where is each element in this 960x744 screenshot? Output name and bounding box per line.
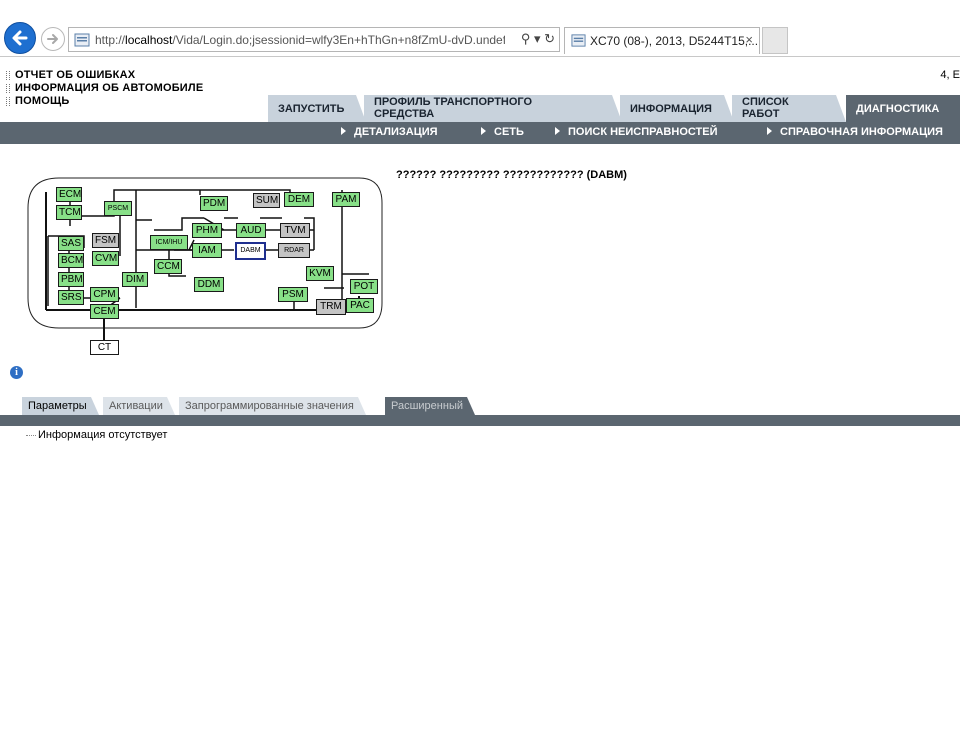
module-iam[interactable]: IAM bbox=[192, 243, 222, 258]
tab-parameters[interactable]: Параметры bbox=[22, 397, 99, 415]
browser-tab[interactable]: XC70 (08-), 2013, D5244T15,... × bbox=[564, 27, 760, 54]
subnav-network[interactable]: СЕТЬ bbox=[481, 126, 524, 138]
module-tvm[interactable]: TVM bbox=[280, 223, 310, 238]
triangle-right-icon bbox=[481, 127, 486, 136]
module-ddm[interactable]: DDM bbox=[194, 277, 224, 292]
triangle-right-icon bbox=[767, 127, 772, 136]
arrow-right-icon bbox=[47, 34, 58, 44]
network-diagram: ECM TCM PSCM PDM SUM DEM PAM SAS FSM ICM… bbox=[24, 168, 384, 360]
page-icon bbox=[74, 33, 90, 47]
arrow-left-icon bbox=[12, 30, 28, 46]
module-sas[interactable]: SAS bbox=[58, 236, 84, 251]
module-srs[interactable]: SRS bbox=[58, 290, 84, 305]
module-psm[interactable]: PSM bbox=[278, 287, 308, 302]
module-ccm[interactable]: CCM bbox=[154, 259, 182, 274]
subnav-details[interactable]: ДЕТАЛИЗАЦИЯ bbox=[341, 126, 438, 138]
module-dabm[interactable]: DABM bbox=[235, 242, 266, 260]
tab-programmed-values[interactable]: Запрограммированные значения bbox=[179, 397, 366, 415]
tab-content-bar bbox=[0, 415, 960, 426]
module-sum[interactable]: SUM bbox=[253, 193, 280, 208]
url-text[interactable]: http://localhost/Vida/Login.do;jsessioni… bbox=[95, 33, 505, 47]
page-icon bbox=[571, 34, 586, 47]
search-refresh-icon[interactable]: ⚲ ▾ ↻ bbox=[521, 31, 555, 47]
module-icm-ihu[interactable]: ICM/IHU bbox=[150, 235, 188, 250]
tab-advanced[interactable]: Расширенный bbox=[385, 397, 475, 415]
subnav-troubleshooting[interactable]: ПОИСК НЕИСПРАВНОСТЕЙ bbox=[555, 126, 718, 138]
module-pbm[interactable]: PBM bbox=[58, 272, 84, 287]
close-icon[interactable]: × bbox=[745, 32, 753, 47]
new-tab-button[interactable] bbox=[762, 27, 788, 54]
tab-diagnostics[interactable]: ДИАГНОСТИКА bbox=[846, 95, 960, 122]
subnav-reference-info[interactable]: СПРАВОЧНАЯ ИНФОРМАЦИЯ bbox=[767, 126, 943, 138]
triangle-right-icon bbox=[555, 127, 560, 136]
result-text: Информация отсутствует bbox=[26, 429, 167, 441]
browser-chrome: http://localhost/Vida/Login.do;jsessioni… bbox=[0, 0, 960, 57]
module-dem[interactable]: DEM bbox=[284, 192, 314, 207]
help-link[interactable]: ПОМОЩЬ bbox=[6, 95, 70, 107]
module-cem[interactable]: CEM bbox=[90, 304, 119, 319]
module-pam[interactable]: PAM bbox=[332, 192, 360, 207]
module-trm[interactable]: TRM bbox=[316, 299, 346, 315]
module-pac[interactable]: PAC bbox=[346, 298, 374, 313]
tab-activations[interactable]: Активации bbox=[103, 397, 175, 415]
module-ecm[interactable]: ECM bbox=[56, 187, 82, 202]
triangle-right-icon bbox=[341, 127, 346, 136]
module-tcm[interactable]: TCM bbox=[56, 205, 82, 220]
tab-information[interactable]: ИНФОРМАЦИЯ bbox=[620, 95, 734, 122]
module-bcm[interactable]: BCM bbox=[58, 253, 84, 268]
grip-icon bbox=[6, 96, 10, 106]
tab-work-list[interactable]: СПИСОК РАБОТ bbox=[732, 95, 846, 122]
error-report-link[interactable]: ОТЧЕТ ОБ ОШИБКАХ bbox=[6, 69, 135, 81]
grip-icon bbox=[6, 83, 10, 93]
session-info: 4, E bbox=[940, 69, 960, 81]
module-kvm[interactable]: KVM bbox=[306, 266, 334, 281]
forward-button[interactable] bbox=[41, 27, 65, 51]
module-aud[interactable]: AUD bbox=[236, 223, 266, 238]
module-cvm[interactable]: CVM bbox=[92, 251, 119, 266]
module-cpm[interactable]: CPM bbox=[90, 287, 119, 302]
tab-vehicle-profile[interactable]: ПРОФИЛЬ ТРАНСПОРТНОГО СРЕДСТВА bbox=[364, 95, 622, 122]
tab-title: XC70 (08-), 2013, D5244T15,... bbox=[590, 34, 759, 48]
address-bar[interactable]: http://localhost/Vida/Login.do;jsessioni… bbox=[68, 27, 560, 52]
tree-connector-icon bbox=[26, 434, 36, 436]
module-pot[interactable]: POT bbox=[350, 279, 378, 294]
module-ct[interactable]: CT bbox=[90, 340, 119, 355]
module-phm[interactable]: PHM bbox=[192, 223, 222, 238]
module-dim[interactable]: DIM bbox=[122, 272, 148, 287]
module-pdm[interactable]: PDM bbox=[200, 196, 228, 211]
module-pscm[interactable]: PSCM bbox=[104, 201, 132, 216]
tab-start[interactable]: ЗАПУСТИТЬ bbox=[268, 95, 366, 122]
module-fsm[interactable]: FSM bbox=[92, 233, 119, 248]
sub-navigation: ДЕТАЛИЗАЦИЯ СЕТЬ ПОИСК НЕИСПРАВНОСТЕЙ СП… bbox=[0, 122, 960, 144]
vehicle-info-link[interactable]: ИНФОРМАЦИЯ ОБ АВТОМОБИЛЕ bbox=[6, 82, 203, 94]
ecu-title: ?????? ????????? ???????????? (DABM) bbox=[396, 169, 627, 181]
back-button[interactable] bbox=[4, 22, 36, 54]
info-icon[interactable]: i bbox=[10, 366, 23, 379]
module-rdar[interactable]: RDAR bbox=[278, 243, 310, 258]
grip-icon bbox=[6, 70, 10, 80]
